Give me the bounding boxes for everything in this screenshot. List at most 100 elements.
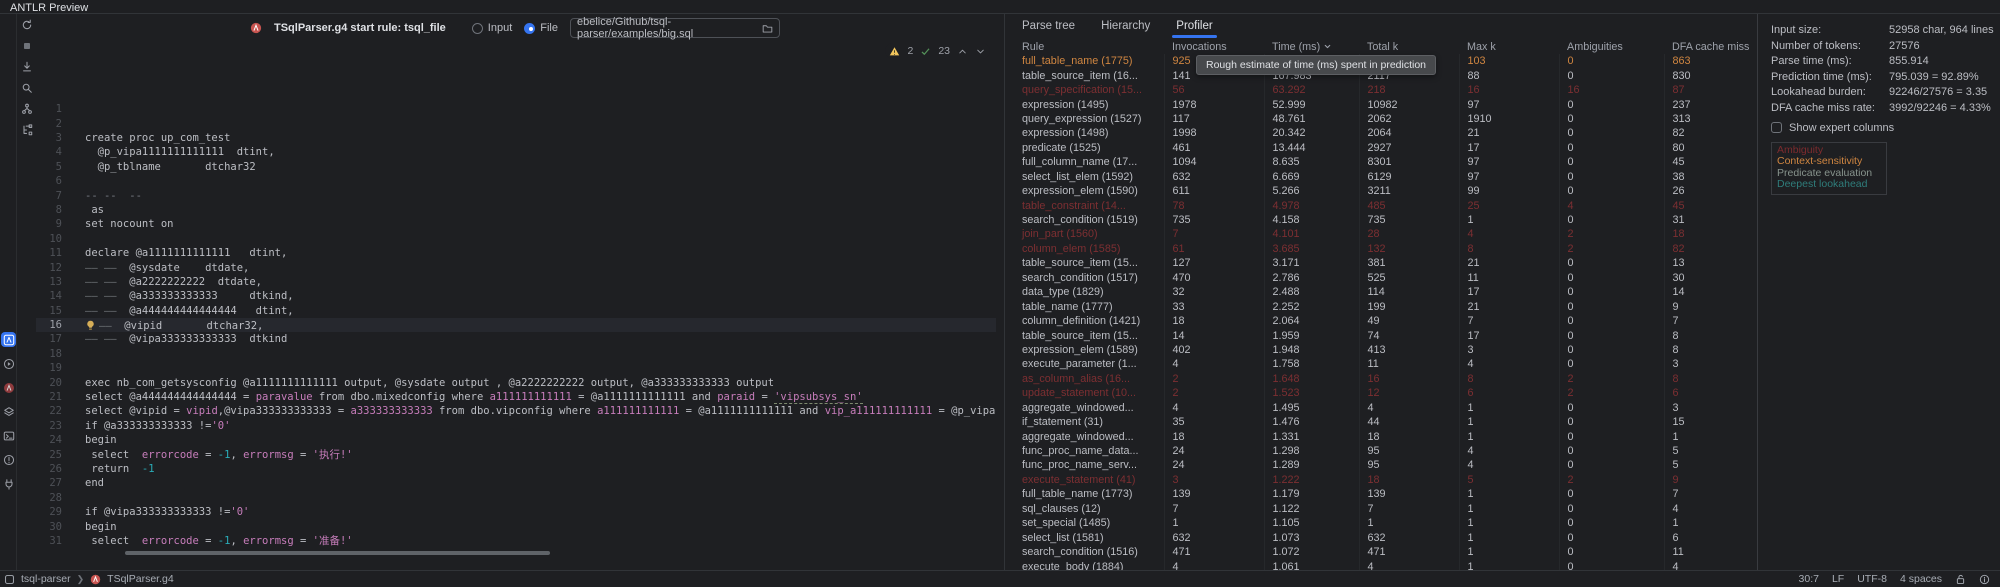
code-line[interactable]: 18 [36, 347, 996, 361]
column-header[interactable]: DFA cache miss [1664, 40, 1759, 54]
profiler-row[interactable]: data_type (1829)322.48811417014 [1014, 285, 1759, 299]
column-header[interactable]: Time (ms) [1264, 40, 1359, 54]
code-line[interactable]: 17—— —— @vipa333333333333 dtkind [36, 332, 996, 346]
code-line[interactable]: 4 @p_vipa1111111111111 dtint, [36, 145, 996, 159]
chevron-down-icon[interactable] [975, 46, 986, 57]
profiler-row[interactable]: full_column_name (17...10948.63583019704… [1014, 155, 1759, 169]
code-line[interactable]: 29if @vipa333333333333 !='0' [36, 505, 996, 519]
problems-tool-button[interactable] [1, 452, 16, 467]
profiler-row[interactable]: execute_body (1884)41.0614104 [1014, 559, 1759, 570]
antlr-preview-tool-button[interactable] [1, 332, 16, 347]
column-header[interactable]: Rule [1014, 40, 1164, 54]
antlr-logo-tool-button[interactable] [1, 380, 16, 395]
scroll-to-source-button[interactable] [20, 60, 34, 74]
code-line[interactable]: 27end [36, 476, 996, 490]
code-line[interactable]: 25 select errorcode = -1, errormsg = '执行… [36, 448, 996, 462]
code-line[interactable]: 21select @a444444444444444 = paravalue f… [36, 390, 996, 404]
code-line[interactable]: 3create proc up_com_test [36, 131, 996, 145]
profiler-row[interactable]: execute_statement (41)31.22218529 [1014, 473, 1759, 487]
profiler-row[interactable]: column_elem (1585)613.6851328282 [1014, 242, 1759, 256]
caret-position[interactable]: 30:7 [1799, 573, 1819, 585]
column-header[interactable]: Total k [1359, 40, 1459, 54]
profiler-row[interactable]: predicate (1525)46113.444292717080 [1014, 141, 1759, 155]
code-line[interactable]: 5 @p_tblname dtchar32 [36, 160, 996, 174]
line-ending-indicator[interactable]: LF [1832, 573, 1844, 585]
profiler-row[interactable]: select_list_elem (1592)6326.669612997038 [1014, 170, 1759, 184]
profiler-row[interactable]: execute_parameter (1...41.75811403 [1014, 357, 1759, 371]
profiler-row[interactable]: search_condition (1519)7354.1587351031 [1014, 213, 1759, 227]
folder-icon[interactable] [762, 23, 773, 34]
code-line[interactable]: 28 [36, 491, 996, 505]
splitter[interactable] [1004, 14, 1005, 570]
profiler-row[interactable]: table_source_item (15...1273.17138121013 [1014, 256, 1759, 270]
code-line[interactable]: 10 [36, 232, 996, 246]
code-line[interactable]: 2 [36, 117, 996, 131]
code-line[interactable]: 1 [36, 102, 996, 116]
profiler-row[interactable]: column_definition (1421)182.06449707 [1014, 314, 1759, 328]
profiler-row[interactable]: search_condition (1516)4711.0724711011 [1014, 545, 1759, 559]
profiler-row[interactable]: aggregate_windowed...41.4954103 [1014, 401, 1759, 415]
code-line[interactable]: 11declare @a1111111111111 dtint, [36, 246, 996, 260]
tab-profiler[interactable]: Profiler [1176, 14, 1212, 38]
show-expert-columns-checkbox[interactable]: Show expert columns [1771, 122, 2000, 134]
plug-tool-button[interactable] [1, 476, 16, 491]
code-line[interactable]: 26 return -1 [36, 462, 996, 476]
hierarchy-button[interactable] [20, 102, 34, 116]
profiler-row[interactable]: sql_clauses (12)71.1227104 [1014, 502, 1759, 516]
tab-parse-tree[interactable]: Parse tree [1022, 14, 1075, 38]
code-line[interactable]: 30begin [36, 520, 996, 534]
run-tool-button[interactable] [1, 356, 16, 371]
profiler-row[interactable]: update_statement (10...21.52312626 [1014, 386, 1759, 400]
terminal-tool-button[interactable] [1, 428, 16, 443]
tab-hierarchy[interactable]: Hierarchy [1101, 14, 1150, 38]
profiler-row[interactable]: search_condition (1517)4702.78652511030 [1014, 271, 1759, 285]
code-line[interactable]: 15—— —— @a444444444444444 dtint, [36, 304, 996, 318]
profiler-row[interactable]: aggregate_windowed...181.33118101 [1014, 429, 1759, 443]
code-line[interactable]: 8 as [36, 203, 996, 217]
code-line[interactable]: 20exec nb_com_getsysconfig @a11111111111… [36, 376, 996, 390]
column-header[interactable]: Ambiguities [1559, 40, 1664, 54]
code-line[interactable]: 32 return -1 [36, 548, 996, 549]
layers-tool-button[interactable] [1, 404, 16, 419]
inspections-indicator-icon[interactable] [1979, 574, 1990, 585]
inspections-widget[interactable]: 2 23 [885, 43, 990, 59]
column-header[interactable]: Invocations [1164, 40, 1264, 54]
lock-open-icon[interactable] [1955, 574, 1966, 585]
code-line[interactable]: 23if @a333333333333 !='0' [36, 419, 996, 433]
profiler-row[interactable]: as_column_alias (16...21.64816828 [1014, 372, 1759, 386]
encoding-indicator[interactable]: UTF-8 [1857, 573, 1887, 585]
code-editor[interactable]: 2 23 123create proc up_com_test4 @p_vipa… [36, 42, 996, 549]
profiler-row[interactable]: func_proc_name_serv...241.28995405 [1014, 458, 1759, 472]
code-line[interactable]: 16—— @vipid dtchar32, [36, 318, 996, 332]
breadcrumb-project[interactable]: tsql-parser [21, 573, 71, 585]
profiler-row[interactable]: select_list (1581)6321.073632106 [1014, 530, 1759, 544]
profiler-row[interactable]: query_expression (1527)11748.76120621910… [1014, 112, 1759, 126]
code-line[interactable]: 12—— —— @sysdate dtdate, [36, 261, 996, 275]
input-radio[interactable]: Input [472, 22, 512, 34]
stop-button[interactable] [20, 39, 34, 53]
structure-button[interactable] [20, 123, 34, 137]
profiler-row[interactable]: query_specification (15...5663.292218161… [1014, 83, 1759, 97]
profiler-row[interactable]: join_part (1560)74.101284218 [1014, 227, 1759, 241]
column-header[interactable]: Max k [1459, 40, 1559, 54]
indent-indicator[interactable]: 4 spaces [1900, 573, 1942, 585]
code-line[interactable]: 14—— —— @a333333333333 dtkind, [36, 289, 996, 303]
profiler-row[interactable]: expression (1495)197852.99910982970237 [1014, 97, 1759, 111]
breadcrumb-file[interactable]: TSqlParser.g4 [107, 573, 174, 585]
profiler-row[interactable]: expression_elem (1589)4021.948413308 [1014, 343, 1759, 357]
profiler-row[interactable]: func_proc_name_data...241.29895405 [1014, 444, 1759, 458]
profiler-row[interactable]: table_source_item (15...141.959741708 [1014, 328, 1759, 342]
profiler-row[interactable]: table_name (1777)332.2521992109 [1014, 299, 1759, 313]
search-button[interactable] [20, 81, 34, 95]
code-line[interactable]: 19 [36, 361, 996, 375]
code-line[interactable]: 13—— —— @a2222222222 dtdate, [36, 275, 996, 289]
code-line[interactable]: 7-- -- -- [36, 189, 996, 203]
profiler-row[interactable]: table_constraint (14...784.97848525445 [1014, 198, 1759, 212]
editor-hscrollbar[interactable] [125, 551, 550, 555]
file-radio[interactable]: File [524, 22, 558, 34]
code-line[interactable]: 31 select errorcode = -1, errormsg = '准备… [36, 534, 996, 548]
code-line[interactable]: 9set nocount on [36, 217, 996, 231]
code-line[interactable]: 6 [36, 174, 996, 188]
code-line[interactable]: 22select @vipid = vipid,@vipa33333333333… [36, 404, 996, 418]
file-path-input[interactable]: ebelice/Github/tsql-parser/examples/big.… [570, 18, 780, 38]
